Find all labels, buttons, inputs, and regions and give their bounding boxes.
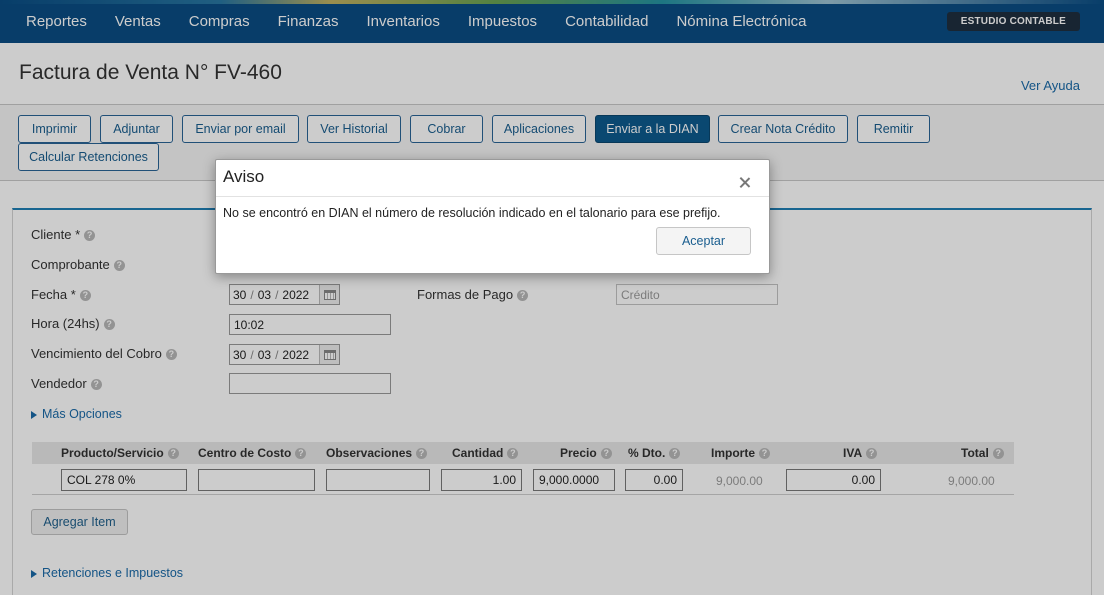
- modal-overlay[interactable]: [0, 0, 1104, 595]
- aviso-dialog: Aviso No se encontró en DIAN el número d…: [215, 159, 770, 274]
- aceptar-button[interactable]: Aceptar: [656, 227, 751, 255]
- dialog-message: No se encontró en DIAN el número de reso…: [223, 206, 721, 220]
- close-icon[interactable]: [739, 177, 751, 189]
- dialog-title: Aviso: [223, 167, 265, 186]
- dialog-divider: [216, 196, 769, 197]
